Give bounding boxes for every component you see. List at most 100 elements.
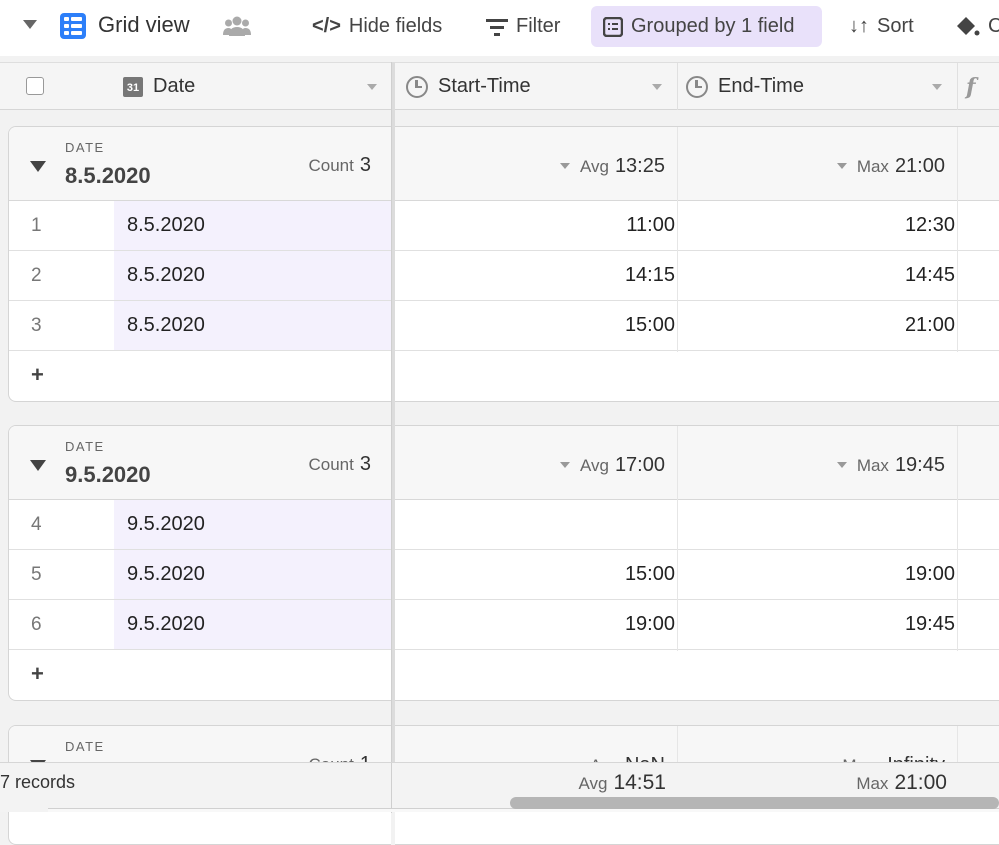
start-time-summary[interactable]: Avg 13:25: [559, 155, 665, 178]
end-time-cell[interactable]: 21:00: [835, 314, 955, 337]
group-icon: [603, 16, 623, 37]
column-separator: [677, 63, 678, 110]
hide-fields-button[interactable]: </> Hide fields: [300, 6, 454, 47]
hide-fields-label: Hide fields: [348, 15, 443, 37]
date-field-icon: 31: [123, 76, 143, 97]
start-time-cell[interactable]: 14:15: [555, 264, 675, 287]
paint-bucket-icon: [957, 16, 980, 35]
column-separator: [957, 426, 958, 651]
group-field-label: DATE: [65, 739, 105, 754]
select-all-checkbox[interactable]: [26, 77, 44, 95]
end-time-cell[interactable]: 19:45: [835, 613, 955, 636]
column-header-end-time[interactable]: End-Time: [686, 63, 956, 110]
column-separator: [957, 127, 958, 352]
summary-label: Max: [856, 774, 889, 793]
summary-label: Max: [856, 456, 889, 475]
start-time-cell[interactable]: 15:00: [555, 314, 675, 337]
summary-value: 14:51: [613, 771, 666, 794]
horizontal-scrollbar[interactable]: [510, 797, 999, 809]
formula-field-icon: f: [966, 73, 976, 100]
column-header-start-time[interactable]: Start-Time: [406, 63, 676, 110]
table-row[interactable]: 15:00 21:00: [395, 301, 999, 351]
color-button[interactable]: C: [944, 6, 999, 47]
time-field-icon: [406, 75, 428, 98]
table-row[interactable]: 11:00 12:30: [395, 201, 999, 251]
add-row-button[interactable]: +: [9, 351, 391, 400]
start-time-summary[interactable]: Avg 17:00: [559, 454, 665, 477]
add-row-button[interactable]: +: [9, 650, 391, 699]
date-cell[interactable]: 9.5.2020: [114, 500, 391, 549]
count-value: 3: [359, 453, 371, 475]
table-row[interactable]: 1 8.5.2020: [9, 201, 391, 251]
table-row[interactable]: 2 8.5.2020: [9, 251, 391, 301]
group-count: Count 3: [309, 453, 372, 476]
end-time-cell[interactable]: 12:30: [835, 214, 955, 237]
group-summary-row: Avg 13:25 Max 21:00: [395, 127, 999, 201]
summary-dropdown-icon: [836, 163, 847, 169]
column-separator: [957, 63, 958, 110]
group-field-label: DATE: [65, 140, 105, 155]
table-row[interactable]: 6 9.5.2020: [9, 600, 391, 650]
start-time-cell[interactable]: 19:00: [555, 613, 675, 636]
column-title-end-time: End-Time: [718, 75, 804, 97]
sort-button[interactable]: ↓↑ Sort: [837, 6, 926, 47]
row-number: 5: [31, 564, 42, 585]
row-number: 2: [31, 265, 42, 286]
sort-icon: ↓↑: [849, 15, 869, 37]
summary-value: 21:00: [894, 155, 945, 177]
summary-dropdown-icon: [559, 462, 570, 468]
summary-dropdown-icon: [559, 163, 570, 169]
summary-dropdown-icon: [836, 462, 847, 468]
end-time-column-dropdown-icon[interactable]: [932, 84, 942, 90]
date-cell[interactable]: 8.5.2020: [114, 251, 391, 300]
start-time-column-dropdown-icon[interactable]: [652, 84, 662, 90]
date-cell[interactable]: 8.5.2020: [114, 201, 391, 250]
color-label: C: [988, 15, 999, 37]
count-label: Count: [308, 156, 354, 175]
column-title-date: Date: [153, 75, 196, 97]
group-count: Count 3: [309, 154, 372, 177]
date-cell[interactable]: 9.5.2020: [114, 600, 391, 649]
end-time-cell[interactable]: 14:45: [835, 264, 955, 287]
view-name[interactable]: Grid view: [98, 12, 190, 38]
column-header-date[interactable]: 31 Date: [123, 63, 383, 110]
filter-button[interactable]: Filter: [474, 6, 572, 47]
table-row[interactable]: 3 8.5.2020: [9, 301, 391, 351]
table-row[interactable]: 4 9.5.2020: [9, 500, 391, 550]
column-header-formula[interactable]: f: [966, 63, 975, 110]
end-time-summary[interactable]: Max 19:45: [836, 454, 945, 477]
table-row[interactable]: 19:00 19:45: [395, 600, 999, 650]
end-time-summary[interactable]: Max 21:00: [836, 155, 945, 178]
date-cell[interactable]: 8.5.2020: [114, 301, 391, 350]
date-cell[interactable]: 9.5.2020: [114, 550, 391, 599]
start-time-cell[interactable]: 15:00: [555, 563, 675, 586]
group-value: 8.5.2020: [65, 163, 151, 188]
filter-icon: [486, 18, 508, 36]
hide-fields-icon: </>: [312, 15, 341, 37]
record-count: 7 records: [0, 772, 76, 792]
grid-view-icon: [60, 13, 86, 39]
start-time-cell[interactable]: 11:00: [555, 214, 675, 237]
table-row[interactable]: 5 9.5.2020: [9, 550, 391, 600]
collapse-group-icon[interactable]: [30, 161, 46, 172]
date-column-dropdown-icon[interactable]: [367, 84, 377, 90]
column-separator: [677, 127, 678, 352]
table-row[interactable]: 15:00 19:00: [395, 550, 999, 600]
footer-start-time-summary[interactable]: Avg 14:51: [578, 771, 666, 795]
collapse-group-icon[interactable]: [30, 460, 46, 471]
view-menu-caret-icon[interactable]: [23, 20, 37, 29]
footer-divider: [391, 763, 392, 813]
table-row[interactable]: 14:15 14:45: [395, 251, 999, 301]
frozen-column-divider[interactable]: [391, 62, 395, 812]
group-button[interactable]: Grouped by 1 field: [591, 6, 822, 47]
footer-end-time-summary[interactable]: Max 21:00: [856, 771, 947, 795]
group-left-pane: DATE 9.5.2020 Count 3 4 9.5.2020 5 9.5.2020…: [8, 425, 391, 701]
summary-value: 21:00: [894, 771, 947, 794]
collaborators-icon[interactable]: [223, 15, 251, 37]
group-header: DATE 9.5.2020 Count 3: [9, 426, 391, 500]
sort-label: Sort: [877, 15, 914, 37]
count-label: Count: [308, 455, 354, 474]
end-time-cell[interactable]: 19:00: [835, 563, 955, 586]
time-field-icon: [686, 75, 708, 98]
table-row[interactable]: [395, 500, 999, 550]
